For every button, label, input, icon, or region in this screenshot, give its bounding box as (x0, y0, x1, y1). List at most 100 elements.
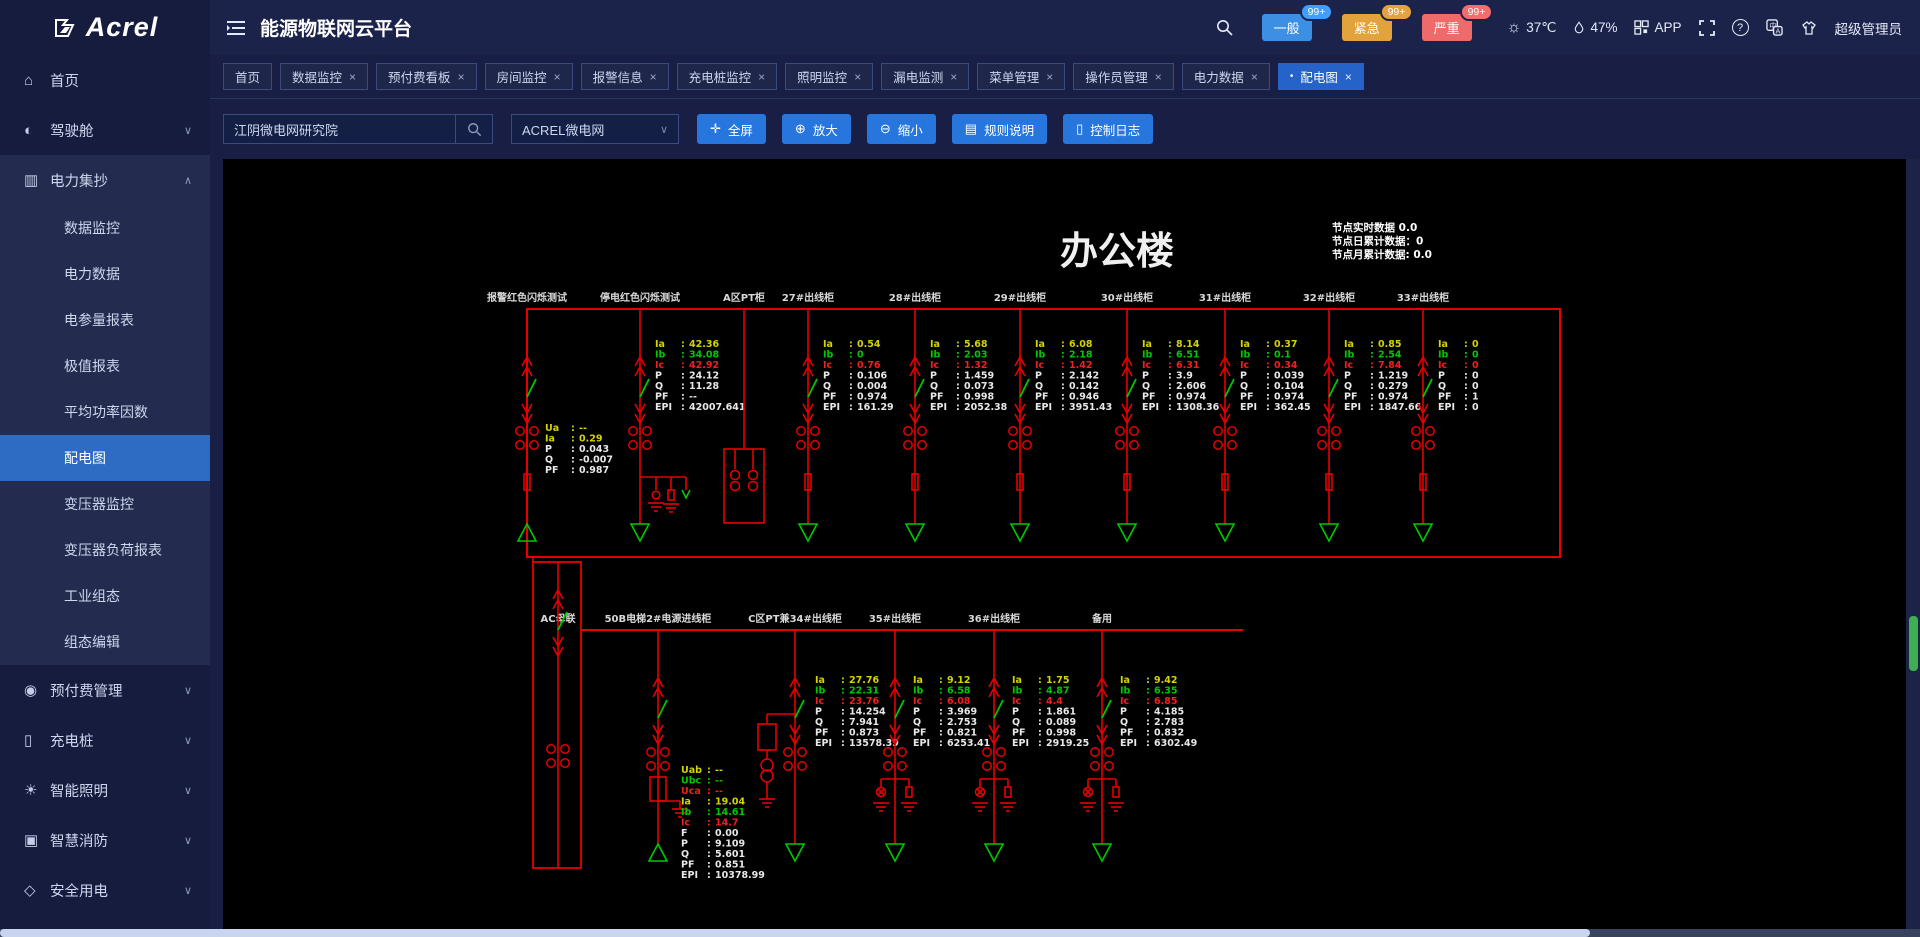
tab-close-icon[interactable]: × (650, 70, 657, 84)
zoom-out-button[interactable]: ⊖ 缩小 (867, 114, 936, 144)
sidebar-subitem[interactable]: 工业组态 (0, 573, 210, 619)
tab-close-icon[interactable]: × (1155, 70, 1162, 84)
help-icon[interactable]: ? (1732, 19, 1749, 36)
horizontal-scrollbar-thumb[interactable] (0, 929, 1590, 937)
chevron-icon: ∨ (184, 884, 192, 897)
svg-text:EPI: EPI (913, 738, 930, 749)
sidebar-item-cockpit[interactable]: ◐ 驾驶舱 ∨ (0, 105, 210, 155)
svg-text:0.946: 0.946 (1069, 392, 1099, 403)
sidebar-item-prepaid[interactable]: ◉ 预付费管理 ∨ (0, 665, 210, 715)
single-line-diagram[interactable]: 办公楼节点实时数据 0.0节点日累计数据：0节点月累计数据: 0.0报警红色闪烁… (223, 159, 1906, 936)
horizontal-scrollbar[interactable] (0, 929, 1920, 937)
vertical-scrollbar-thumb[interactable] (1909, 616, 1918, 671)
feeder-column: C区PT兼34#出线柜Ia:27.76Ib:22.31Ic:23.76P:14.… (748, 612, 899, 861)
sidebar-item-lighting[interactable]: ☀ 智能照明 ∨ (0, 765, 210, 815)
username[interactable]: 超级管理员 (1835, 18, 1903, 38)
svg-text::: : (571, 434, 575, 445)
svg-text::: : (571, 455, 575, 466)
sidebar-item-power-metering[interactable]: ▥ 电力集抄 ∧ (0, 155, 210, 205)
svg-text:Ic: Ic (1120, 696, 1129, 707)
tab-close-icon[interactable]: × (1345, 70, 1352, 84)
svg-text:Ua: Ua (545, 423, 559, 434)
tab-close-icon[interactable]: × (458, 70, 465, 84)
svg-text:31#出线柜: 31#出线柜 (1199, 291, 1251, 304)
water-drop-icon (1573, 20, 1585, 35)
svg-text:2.18: 2.18 (1069, 350, 1093, 361)
tab-2[interactable]: 预付费看板 × (376, 63, 477, 90)
sidebar-subitem[interactable]: 变压器监控 (0, 481, 210, 527)
tab-4[interactable]: 报警信息 × (581, 63, 669, 90)
svg-text:P: P (1438, 371, 1445, 382)
tab-9[interactable]: 操作员管理 × (1073, 63, 1174, 90)
tab-3[interactable]: 房间监控 × (485, 63, 573, 90)
svg-text::: : (956, 402, 960, 413)
tab-close-icon[interactable]: × (854, 70, 861, 84)
sidebar-item-home[interactable]: ⌂ 首页 (0, 55, 210, 105)
svg-text:Ic: Ic (913, 696, 922, 707)
svg-text:Ib: Ib (1142, 350, 1153, 361)
sidebar-item-electrical-safety[interactable]: ◇ 安全用电 ∨ (0, 865, 210, 915)
sidebar-subitem[interactable]: 数据监控 (0, 205, 210, 251)
tab-10[interactable]: 电力数据 × (1182, 63, 1270, 90)
alarm-badge[interactable]: 一般99+ (1262, 14, 1312, 41)
svg-text:Ic: Ic (823, 360, 832, 371)
tab-close-icon[interactable]: × (758, 70, 765, 84)
tab-1[interactable]: 数据监控 × (280, 63, 368, 90)
svg-text::: : (1038, 686, 1042, 697)
sidebar-subitem[interactable]: 组态编辑 (0, 619, 210, 665)
sidebar-subitem[interactable]: 变压器负荷报表 (0, 527, 210, 573)
station-search-input[interactable] (224, 122, 455, 137)
svg-text:Ic: Ic (930, 360, 939, 371)
svg-text:10378.99: 10378.99 (715, 870, 765, 881)
svg-text:0.54: 0.54 (857, 339, 881, 350)
sidebar-item-fire[interactable]: ▣ 智慧消防 ∨ (0, 815, 210, 865)
svg-text::: : (681, 339, 685, 350)
tab-6[interactable]: 照明监控 × (785, 63, 873, 90)
collapse-menu-icon[interactable] (226, 20, 246, 36)
fullscreen-move-button[interactable]: ✛ 全屏 (697, 114, 766, 144)
svg-text:P: P (823, 371, 830, 382)
sidebar-subitem[interactable]: 平均功率因数 (0, 389, 210, 435)
sidebar-subitem[interactable]: 极值报表 (0, 343, 210, 389)
svg-text:EPI: EPI (655, 402, 672, 413)
tab-11[interactable]: • 配电图 × (1278, 63, 1364, 90)
tab-7[interactable]: 漏电监测 × (881, 63, 969, 90)
vertical-scrollbar[interactable] (1906, 159, 1920, 937)
control-log-button[interactable]: ▯ 控制日志 (1063, 114, 1153, 144)
microgrid-select[interactable]: ACREL微电网 ∨ (511, 114, 679, 144)
svg-text::: : (707, 828, 711, 839)
tab-close-icon[interactable]: × (950, 70, 957, 84)
tab-0[interactable]: 首页 (223, 63, 272, 90)
theme-shirt-icon[interactable] (1800, 20, 1818, 36)
svg-text::: : (1061, 392, 1065, 403)
tab-close-icon[interactable]: × (554, 70, 561, 84)
svg-text::: : (939, 696, 943, 707)
search-button[interactable] (455, 115, 492, 143)
sidebar-subitem[interactable]: 电力数据 (0, 251, 210, 297)
app-download[interactable]: APP (1634, 20, 1681, 35)
translate-icon[interactable]: 中 A (1766, 19, 1783, 36)
toolbar-buttons: ✛ 全屏 ⊕ 放大 ⊖ 缩小 ▤ 规则说明 ▯ 控制日志 (697, 114, 1153, 144)
tab-close-icon[interactable]: × (1046, 70, 1053, 84)
fullscreen-icon[interactable] (1699, 20, 1715, 36)
tab-5[interactable]: 充电桩监控 × (677, 63, 778, 90)
weather-indicator: ☼ 37℃ (1507, 19, 1557, 37)
zoom-in-button[interactable]: ⊕ 放大 (782, 114, 851, 144)
svg-text:EPI: EPI (1142, 402, 1159, 413)
sidebar-subitem[interactable]: 电参量报表 (0, 297, 210, 343)
sidebar-item-charging-pile[interactable]: ▯ 充电桩 ∨ (0, 715, 210, 765)
rules-doc-button[interactable]: ▤ 规则说明 (952, 114, 1047, 144)
sidebar-subitem[interactable]: 配电图 (0, 435, 210, 481)
search-icon[interactable] (1216, 19, 1233, 36)
svg-text::: : (1464, 392, 1468, 403)
tab-8[interactable]: 菜单管理 × (977, 63, 1065, 90)
alarm-badge[interactable]: 严重99+ (1422, 14, 1472, 41)
tab-close-icon[interactable]: × (349, 70, 356, 84)
tab-close-icon[interactable]: × (1251, 70, 1258, 84)
diagram-viewport[interactable]: 办公楼节点实时数据 0.0节点日累计数据：0节点月累计数据: 0.0报警红色闪烁… (223, 159, 1906, 937)
svg-text:28#出线柜: 28#出线柜 (889, 291, 941, 304)
alarm-badge[interactable]: 紧急99+ (1342, 14, 1392, 41)
svg-text::: : (1168, 360, 1172, 371)
tab-label: 报警信息 (593, 67, 643, 86)
svg-text:9.42: 9.42 (1154, 675, 1177, 686)
